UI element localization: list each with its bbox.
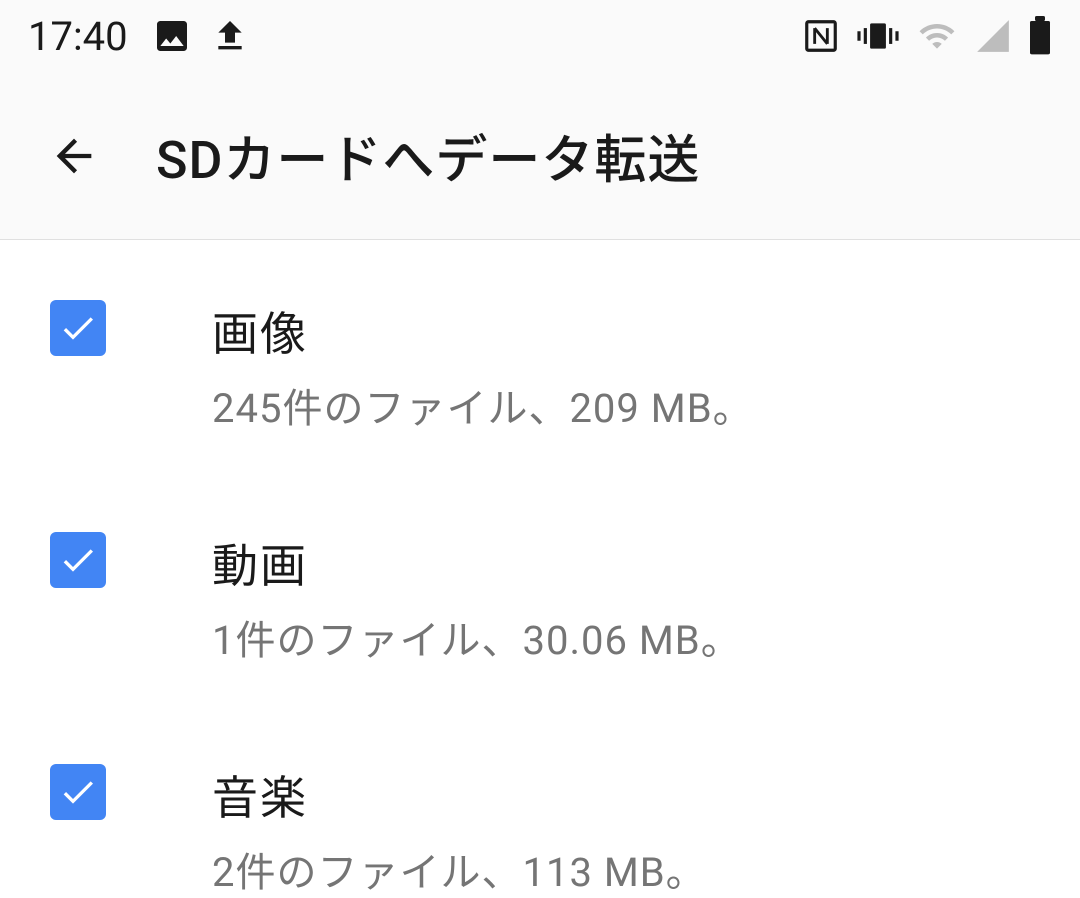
- check-icon: [58, 540, 98, 580]
- item-subtitle: 2件のファイル、113 MB。: [212, 840, 707, 898]
- check-icon: [58, 308, 98, 348]
- battery-icon: [1028, 16, 1052, 56]
- app-bar: SDカードへデータ転送: [0, 72, 1080, 240]
- signal-icon: [974, 17, 1012, 55]
- item-title: 音楽: [212, 762, 707, 828]
- list-item-images[interactable]: 画像 245件のファイル、209 MB。: [0, 298, 1080, 434]
- content-list: 画像 245件のファイル、209 MB。 動画 1件のファイル、30.06 MB…: [0, 240, 1080, 898]
- checkbox-images[interactable]: [50, 300, 106, 356]
- item-subtitle: 245件のファイル、209 MB。: [212, 376, 754, 434]
- checkbox-videos[interactable]: [50, 532, 106, 588]
- upload-icon: [210, 16, 250, 56]
- checkbox-music[interactable]: [50, 764, 106, 820]
- page-title: SDカードへデータ転送: [156, 118, 700, 193]
- list-item-videos[interactable]: 動画 1件のファイル、30.06 MB。: [0, 530, 1080, 666]
- image-icon: [152, 16, 192, 56]
- item-title: 動画: [212, 530, 742, 596]
- status-bar-left: 17:40: [28, 13, 250, 60]
- item-content: 画像 245件のファイル、209 MB。: [212, 298, 754, 434]
- nfc-icon: [802, 17, 840, 55]
- item-content: 音楽 2件のファイル、113 MB。: [212, 762, 707, 898]
- item-content: 動画 1件のファイル、30.06 MB。: [212, 530, 742, 666]
- status-time: 17:40: [28, 13, 128, 60]
- status-bar-right: [802, 16, 1052, 56]
- check-icon: [58, 772, 98, 812]
- back-button[interactable]: [48, 130, 100, 182]
- status-bar: 17:40: [0, 0, 1080, 72]
- item-subtitle: 1件のファイル、30.06 MB。: [212, 608, 742, 666]
- status-left-icons: [152, 16, 250, 56]
- list-item-music[interactable]: 音楽 2件のファイル、113 MB。: [0, 762, 1080, 898]
- vibrate-icon: [856, 17, 900, 55]
- item-title: 画像: [212, 298, 754, 364]
- wifi-icon: [916, 17, 958, 55]
- back-arrow-icon: [48, 130, 100, 182]
